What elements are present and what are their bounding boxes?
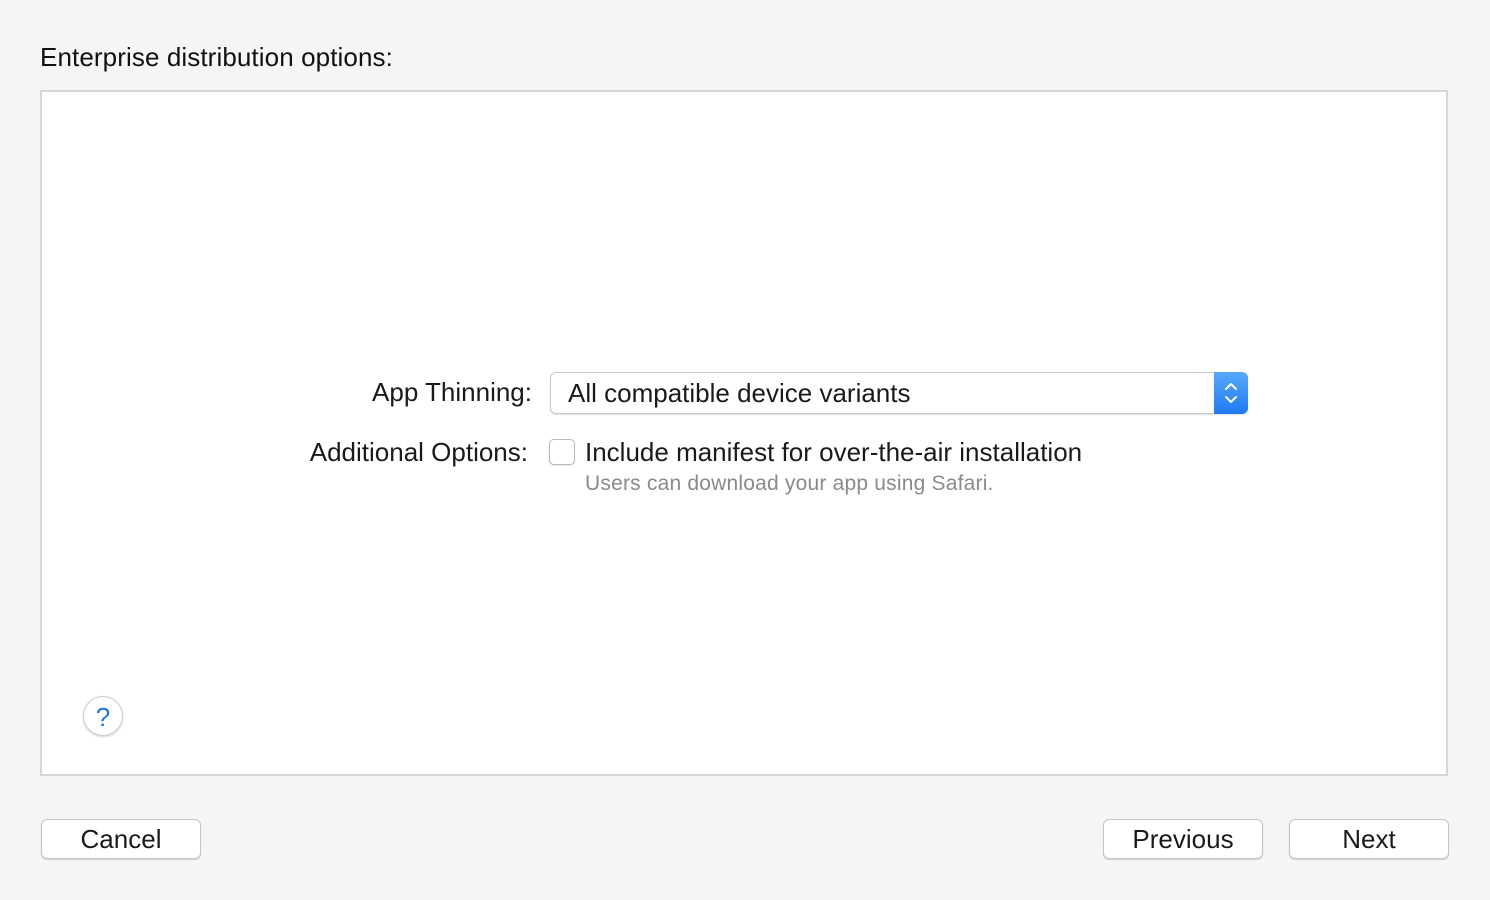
ota-manifest-checkbox[interactable] [549, 439, 575, 465]
previous-button[interactable]: Previous [1103, 819, 1263, 859]
cancel-button[interactable]: Cancel [41, 819, 201, 859]
page-title: Enterprise distribution options: [40, 42, 393, 72]
ota-manifest-checkbox-label[interactable]: Include manifest for over-the-air instal… [585, 437, 1082, 468]
next-button[interactable]: Next [1289, 819, 1449, 859]
app-thinning-popup[interactable]: All compatible device variants [550, 372, 1248, 414]
app-thinning-label: App Thinning: [372, 377, 532, 407]
help-icon: ? [95, 701, 111, 732]
ota-manifest-description: Users can download your app using Safari… [585, 472, 994, 495]
updown-chevron-icon [1214, 372, 1248, 414]
help-button[interactable]: ? [83, 696, 123, 736]
options-panel: App Thinning: All compatible device vari… [40, 90, 1448, 776]
additional-options-label: Additional Options: [309, 437, 528, 467]
app-thinning-selected-value: All compatible device variants [568, 378, 911, 408]
